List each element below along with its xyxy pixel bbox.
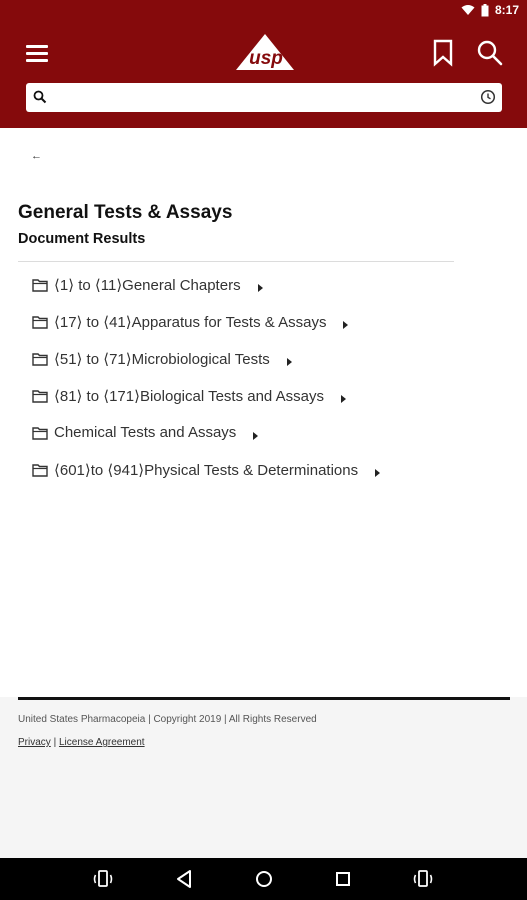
back-triangle-icon	[177, 870, 191, 888]
document-item-label: ⟨1⟩ to ⟨11⟩General Chapters	[54, 276, 241, 294]
menu-icon-line	[26, 45, 48, 48]
copyright-text: United States Pharmacopeia | Copyright 2…	[18, 714, 317, 725]
document-item[interactable]: ⟨601⟩to ⟨941⟩Physical Tests & Determinat…	[32, 451, 381, 488]
app-header: usp	[0, 22, 527, 128]
folder-icon	[32, 389, 48, 403]
folder-icon	[32, 278, 48, 292]
rotate-button[interactable]	[411, 868, 435, 890]
footer: United States Pharmacopeia | Copyright 2…	[0, 697, 527, 858]
folder-icon	[32, 463, 48, 477]
link-separator: |	[53, 737, 57, 748]
document-item[interactable]: Chemical Tests and Assays	[32, 414, 380, 451]
footer-divider	[18, 697, 510, 700]
document-item-label: ⟨601⟩to ⟨941⟩Physical Tests & Determinat…	[54, 461, 359, 479]
footer-links: Privacy | License Agreement	[18, 737, 145, 748]
document-list: ⟨1⟩ to ⟨11⟩General Chapters ⟨17⟩ to ⟨41⟩…	[32, 266, 381, 488]
home-circle-icon	[256, 871, 272, 887]
document-item[interactable]: ⟨51⟩ to ⟨71⟩Microbiological Tests	[32, 340, 380, 377]
chevron-right-icon	[286, 357, 292, 366]
wifi-icon	[461, 5, 475, 15]
results-subtitle: Document Results	[18, 231, 146, 247]
system-nav-bar	[0, 858, 527, 900]
bookmark-icon	[433, 39, 453, 67]
search-input[interactable]	[52, 86, 472, 109]
header-search-button[interactable]	[476, 39, 504, 67]
document-item[interactable]: ⟨17⟩ to ⟨41⟩Apparatus for Tests & Assays	[32, 303, 380, 340]
recents-square-icon	[336, 872, 350, 886]
battery-icon	[481, 3, 489, 16]
bookmark-button[interactable]	[431, 39, 455, 67]
document-item-label: Chemical Tests and Assays	[54, 424, 237, 441]
menu-icon-line	[26, 59, 48, 62]
divider	[18, 261, 454, 262]
rotate-right-icon	[413, 870, 433, 887]
chevron-right-icon	[257, 283, 263, 292]
document-item[interactable]: ⟨1⟩ to ⟨11⟩General Chapters	[32, 266, 380, 303]
history-icon[interactable]	[480, 89, 496, 105]
recents-button[interactable]	[331, 868, 355, 890]
search-icon	[33, 90, 47, 104]
rotate-left-icon	[93, 870, 113, 887]
chevron-right-icon	[253, 431, 259, 440]
chevron-right-icon	[343, 320, 349, 329]
status-bar: 8:17	[0, 0, 527, 22]
home-button[interactable]	[252, 868, 276, 890]
menu-button[interactable]	[26, 42, 50, 64]
license-agreement-link[interactable]: License Agreement	[59, 737, 145, 748]
search-icon	[477, 40, 503, 66]
logo-text: usp	[249, 48, 283, 69]
folder-icon	[32, 426, 48, 440]
back-button[interactable]	[172, 868, 196, 890]
folder-icon	[32, 352, 48, 366]
search-bar	[26, 83, 502, 112]
privacy-link[interactable]: Privacy	[18, 737, 51, 748]
folder-icon	[32, 315, 48, 329]
rotate-button[interactable]	[92, 868, 116, 890]
chevron-right-icon	[375, 468, 381, 477]
document-item-label: ⟨81⟩ to ⟨171⟩Biological Tests and Assays	[54, 387, 324, 405]
back-link[interactable]: ←	[31, 150, 42, 162]
document-item[interactable]: ⟨81⟩ to ⟨171⟩Biological Tests and Assays	[32, 377, 380, 414]
usp-logo: usp	[236, 34, 294, 70]
document-item-label: ⟨17⟩ to ⟨41⟩Apparatus for Tests & Assays	[54, 313, 327, 331]
chevron-right-icon	[340, 394, 346, 403]
document-item-label: ⟨51⟩ to ⟨71⟩Microbiological Tests	[54, 350, 270, 368]
menu-icon-line	[26, 52, 48, 55]
status-time: 8:17	[494, 3, 519, 17]
page-title: General Tests & Assays	[18, 202, 233, 223]
status-icons: 8:17	[461, 3, 519, 17]
